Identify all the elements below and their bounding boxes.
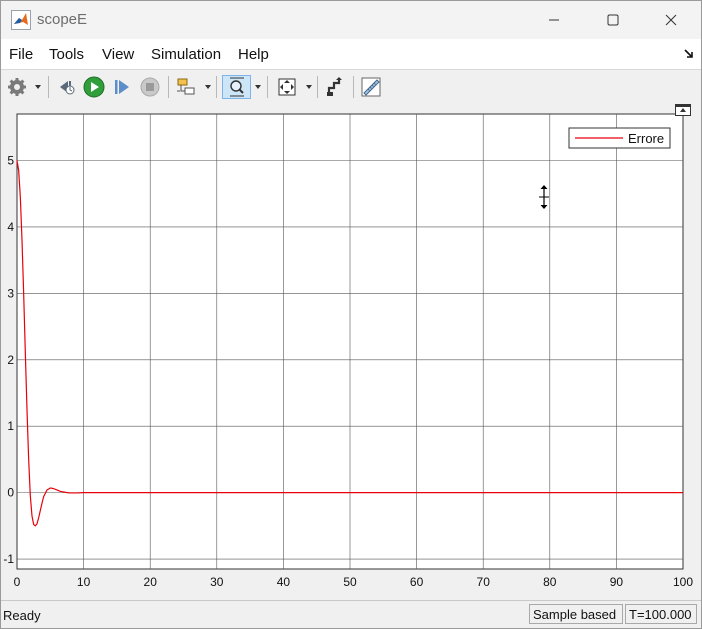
toolbar-separator [168,76,169,98]
signal-select-icon [177,78,195,95]
x-tick-label: 100 [673,575,693,589]
step-forward-icon [115,80,129,94]
y-tick-label: 4 [7,220,14,234]
menu-tools[interactable]: Tools [49,46,84,63]
signal-select-button[interactable] [175,75,199,99]
y-tick-label: -1 [3,552,14,566]
y-axis-ticks: -1 0 1 2 3 4 5 [3,153,14,566]
toolbar-separator [317,76,318,98]
measurements-ruler-icon [361,77,381,97]
highlight-block-icon [327,77,342,96]
toolbar [1,69,701,105]
autoscale-button[interactable] [274,75,300,99]
x-tick-label: 80 [543,575,557,589]
toolbar-separator [267,76,268,98]
menu-view[interactable]: View [102,46,134,63]
toolbar-separator [353,76,354,98]
x-tick-label: 0 [14,575,21,589]
step-forward-button[interactable] [110,75,134,99]
scope-window: scopeE File Tools View Simulation Help 0… [0,0,702,629]
maximize-icon [607,14,619,26]
matlab-logo-icon [11,10,31,30]
menu-file[interactable]: File [9,46,33,63]
close-button[interactable] [648,1,694,39]
toolbar-separator [48,76,49,98]
x-tick-label: 60 [410,575,424,589]
autoscale-icon [278,78,296,96]
zoom-button[interactable] [222,75,251,99]
highlight-block-button[interactable] [323,75,347,99]
zoom-icon [229,77,244,97]
menu-simulation[interactable]: Simulation [151,46,221,63]
menu-bar: File Tools View Simulation Help [1,39,701,69]
settings-gear-icon [8,78,26,96]
x-tick-label: 90 [610,575,624,589]
stop-icon [140,77,160,97]
measurements-button[interactable] [359,75,383,99]
y-tick-label: 5 [7,153,14,167]
settings-dropdown-arrow-icon[interactable] [35,85,41,89]
step-back-icon [60,81,75,95]
close-icon [665,14,677,26]
legend[interactable]: Errore [568,127,671,149]
toolbar-separator [216,76,217,98]
maximize-button[interactable] [590,1,636,39]
minimize-icon [549,19,559,21]
window-title: scopeE [37,11,88,28]
sample-mode-indicator: Sample based [529,604,623,624]
stop-button[interactable] [138,75,162,99]
settings-button[interactable] [5,75,29,99]
status-ready-text: Ready [3,608,41,623]
scope-display[interactable]: 0 10 20 30 40 50 60 70 80 90 100 -1 0 1 2 3 4 5 Errore [1,103,701,600]
signal-select-dropdown-arrow-icon[interactable] [205,85,211,89]
menu-help[interactable]: Help [238,46,269,63]
legend-label-errore: Errore [628,131,664,146]
x-tick-label: 20 [144,575,158,589]
autoscale-dropdown-arrow-icon[interactable] [306,85,312,89]
status-bar: Ready Sample based T=100.000 [1,600,701,628]
plot-canvas[interactable]: 0 10 20 30 40 50 60 70 80 90 100 -1012345 Errore [1,103,701,600]
run-icon [83,76,105,98]
menu-expand-arrow-icon[interactable] [683,48,695,60]
title-bar[interactable]: scopeE [1,1,701,39]
step-back-button[interactable] [55,75,79,99]
simulation-time-indicator: T=100.000 [625,604,697,624]
x-axis-ticks: 0 10 20 30 40 50 60 70 80 90 100 [14,575,694,589]
minimize-button[interactable] [531,1,577,39]
x-tick-label: 10 [77,575,91,589]
y-tick-label: 3 [7,286,14,300]
y-tick-label: 0 [7,486,14,500]
x-tick-label: 40 [277,575,291,589]
undock-icon[interactable] [675,104,691,116]
y-tick-label: 1 [7,419,14,433]
x-tick-label: 70 [477,575,491,589]
run-button[interactable] [82,75,106,99]
x-tick-label: 50 [343,575,357,589]
x-tick-label: 30 [210,575,224,589]
zoom-dropdown-arrow-icon[interactable] [255,85,261,89]
y-tick-label: 2 [7,353,14,367]
